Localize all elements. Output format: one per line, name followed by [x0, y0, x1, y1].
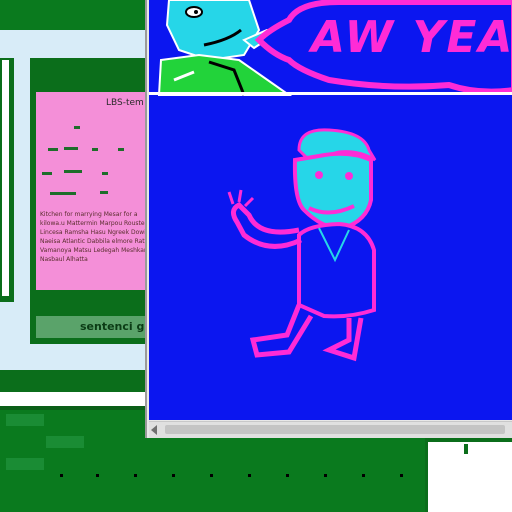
- background-card-content: LBS-tem Kitchen for marrying Mesar for a…: [36, 92, 155, 290]
- meme-drawing: [149, 0, 512, 362]
- background-card-footer-label: sentenci g: [80, 320, 145, 333]
- background-side-panel: [0, 58, 14, 302]
- meme-caption: AW YEA: [311, 12, 512, 63]
- horizontal-scrollbar[interactable]: [149, 421, 512, 438]
- waving-character: [227, 128, 377, 362]
- background-card-title: LBS-tem: [106, 98, 144, 108]
- scrollbar-thumb[interactable]: [165, 425, 505, 434]
- background-card: LBS-tem Kitchen for marrying Mesar for a…: [30, 58, 155, 344]
- background-window-bottom-light: [0, 392, 160, 406]
- panel-divider: [149, 92, 512, 95]
- meme-image: AW YEA: [149, 0, 512, 420]
- image-viewer-window: AW YEA: [145, 0, 512, 438]
- desktop-top-strip: [0, 0, 160, 30]
- background-card-footer[interactable]: sentenci g: [36, 316, 155, 338]
- background-window-right: [425, 436, 512, 512]
- desktop-dots: [60, 474, 420, 480]
- triangle-left-icon[interactable]: [151, 425, 157, 435]
- background-card-body: Kitchen for marrying Mesar for a kilowa.…: [40, 211, 155, 263]
